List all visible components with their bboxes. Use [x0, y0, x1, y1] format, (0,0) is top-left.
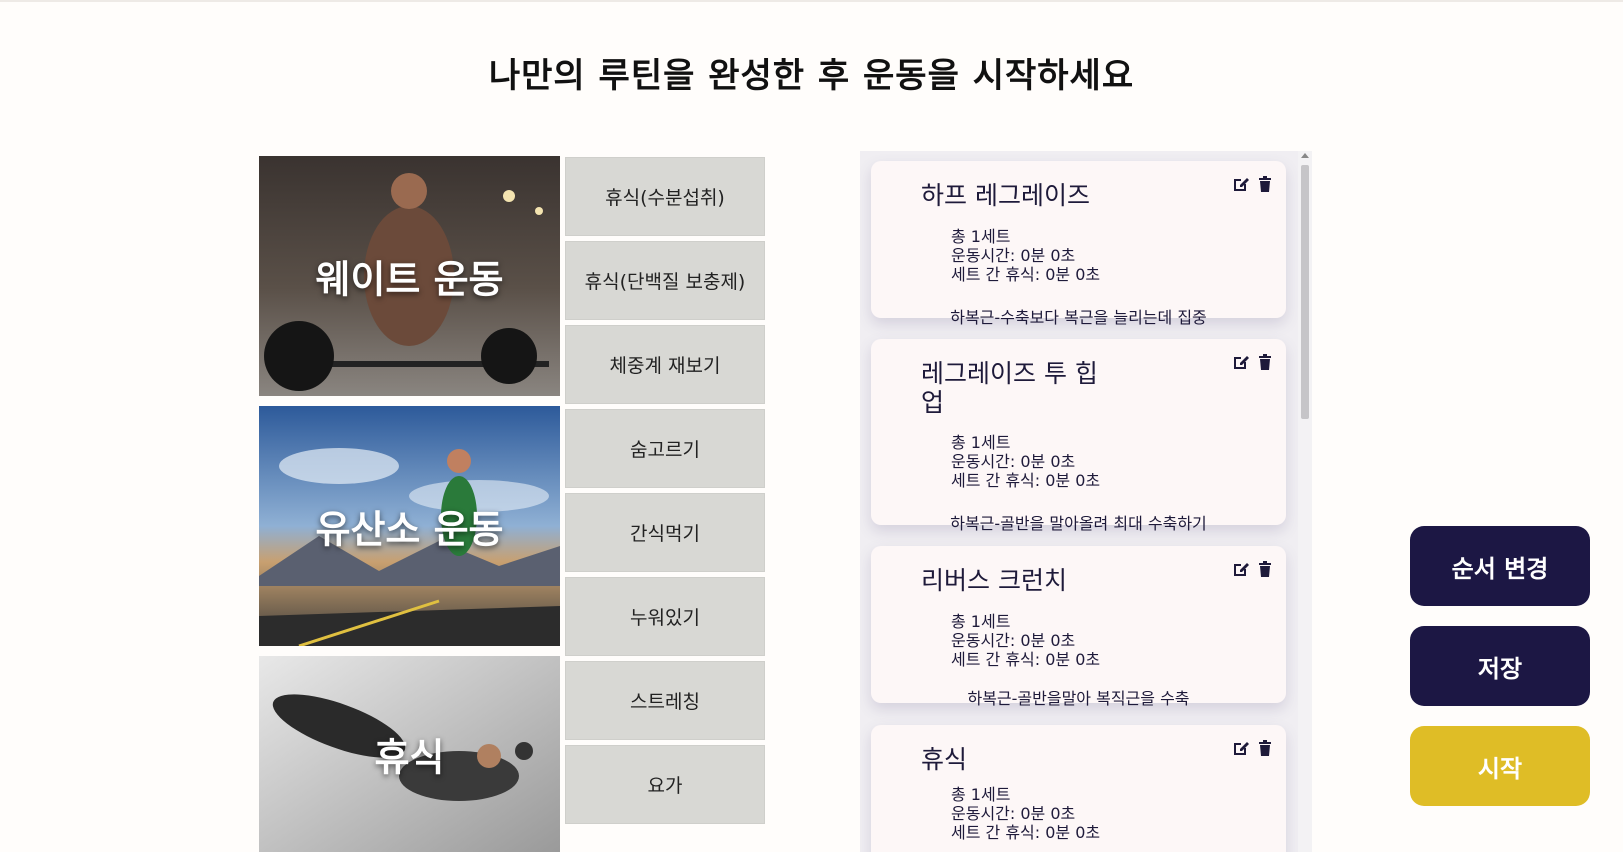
top-divider — [0, 0, 1623, 2]
routine-list[interactable]: 하프 레그레이즈 총 1세트 운동시간: 0분 0초 세트 간 휴식: 0분 0… — [860, 151, 1312, 852]
routine-rest: 세트 간 휴식: 0분 0초 — [951, 265, 1101, 284]
save-button[interactable]: 저장 — [1410, 626, 1590, 706]
activity-breathing[interactable]: 숨고르기 — [565, 409, 765, 488]
activity-hydration-break[interactable]: 휴식(수분섭취) — [565, 157, 765, 236]
routine-duration: 운동시간: 0분 0초 — [951, 452, 1076, 471]
routine-card[interactable]: 레그레이즈 투 힙업 총 1세트 운동시간: 0분 0초 세트 간 휴식: 0분… — [871, 339, 1286, 533]
routine-sets: 총 1세트 — [951, 433, 1011, 452]
routine-sets: 총 1세트 — [951, 785, 1011, 804]
edit-icon[interactable] — [1232, 175, 1250, 193]
routine-card-stats: 총 1세트 운동시간: 0분 0초 세트 간 휴식: 0분 0초 — [951, 785, 1100, 842]
category-label: 휴식 — [374, 735, 445, 780]
page-title: 나만의 루틴을 완성한 후 운동을 시작하세요 — [488, 56, 1135, 96]
routine-card-title: 휴식 — [921, 745, 968, 774]
routine-scrollbar[interactable] — [1298, 151, 1312, 852]
activity-protein-break[interactable]: 휴식(단백질 보충제) — [565, 241, 765, 320]
edit-icon[interactable] — [1232, 560, 1250, 578]
trash-icon[interactable] — [1256, 175, 1274, 193]
routine-card-stats: 총 1세트 운동시간: 0분 0초 세트 간 휴식: 0분 0초 — [951, 227, 1100, 284]
trash-icon[interactable] — [1256, 560, 1274, 578]
routine-card-title: 레그레이즈 투 힙업 — [921, 359, 1098, 417]
routine-card-title: 리버스 크런치 — [921, 566, 1067, 595]
routine-rest: 세트 간 휴식: 0분 0초 — [951, 471, 1101, 490]
routine-rest: 세트 간 휴식: 0분 0초 — [951, 650, 1101, 669]
activity-stretching[interactable]: 스트레칭 — [565, 661, 765, 740]
routine-duration: 운동시간: 0분 0초 — [951, 631, 1076, 650]
routine-card-title: 하프 레그레이즈 — [921, 181, 1090, 210]
routine-card[interactable]: 하프 레그레이즈 총 1세트 운동시간: 0분 0초 세트 간 휴식: 0분 0… — [871, 161, 1286, 327]
trash-icon[interactable] — [1256, 739, 1274, 757]
activity-snack[interactable]: 간식먹기 — [565, 493, 765, 572]
activity-weigh-in[interactable]: 체중계 재보기 — [565, 325, 765, 404]
category-weight-training[interactable]: 웨이트 운동 — [259, 156, 560, 396]
routine-card[interactable]: 휴식 총 1세트 운동시간: 0분 0초 세트 간 휴식: 0분 0초 — [871, 725, 1286, 852]
routine-card-stats: 총 1세트 운동시간: 0분 0초 세트 간 휴식: 0분 0초 — [951, 433, 1100, 490]
category-label: 유산소 운동 — [315, 507, 504, 552]
scroll-up-arrow-icon[interactable] — [1301, 153, 1309, 158]
category-label: 웨이트 운동 — [315, 257, 504, 302]
routine-sets: 총 1세트 — [951, 227, 1011, 246]
category-cardio[interactable]: 유산소 운동 — [259, 406, 560, 646]
routine-duration: 운동시간: 0분 0초 — [951, 804, 1076, 823]
routine-card-stats: 총 1세트 운동시간: 0분 0초 세트 간 휴식: 0분 0초 — [951, 612, 1100, 669]
start-button[interactable]: 시작 — [1410, 726, 1590, 806]
routine-description: 하복근-수축보다 복근을 늘리는데 집중 — [950, 308, 1207, 327]
category-rest[interactable]: 휴식 — [259, 656, 560, 852]
routine-rest: 세트 간 휴식: 0분 0초 — [951, 823, 1101, 842]
scroll-thumb[interactable] — [1301, 165, 1309, 419]
routine-sets: 총 1세트 — [951, 612, 1011, 631]
trash-icon[interactable] — [1256, 353, 1274, 371]
edit-icon[interactable] — [1232, 353, 1250, 371]
routine-description: 하복근-골반을말아 복직근을 수축 — [967, 689, 1190, 708]
routine-card[interactable]: 리버스 크런치 총 1세트 운동시간: 0분 0초 세트 간 휴식: 0분 0초… — [871, 546, 1286, 708]
activity-lying-down[interactable]: 누워있기 — [565, 577, 765, 656]
routine-description: 하복근-골반을 말아올려 최대 수축하기 — [950, 514, 1207, 533]
activity-yoga[interactable]: 요가 — [565, 745, 765, 824]
reorder-button[interactable]: 순서 변경 — [1410, 526, 1590, 606]
routine-duration: 운동시간: 0분 0초 — [951, 246, 1076, 265]
edit-icon[interactable] — [1232, 739, 1250, 757]
